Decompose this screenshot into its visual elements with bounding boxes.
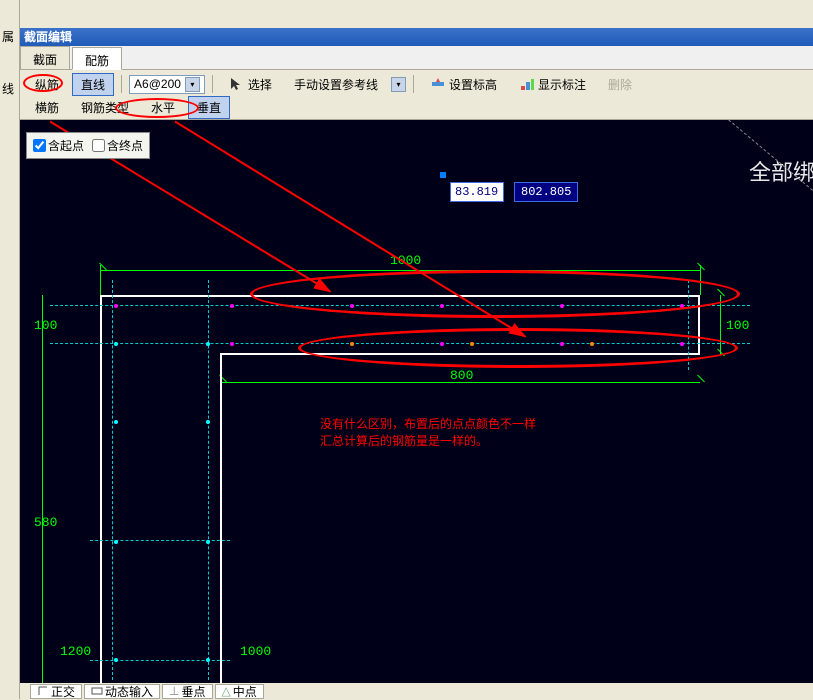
coord-x-input[interactable] <box>450 182 504 202</box>
rebar-dot <box>680 342 684 346</box>
shape <box>100 295 700 297</box>
rebar-dot <box>590 342 594 346</box>
shape <box>220 353 700 355</box>
coord-y-display: 802.805 <box>514 182 578 202</box>
dim-line-v <box>720 295 721 355</box>
rebar-dot <box>440 342 444 346</box>
dash-v <box>208 280 209 680</box>
rebar-dot <box>230 304 234 308</box>
rebar-dot <box>680 304 684 308</box>
dropdown-arrow-icon[interactable]: ▾ <box>391 77 406 92</box>
toolbar-row2: 横筋 钢筋类型 水平 垂直 <box>20 96 813 120</box>
status-dongtai[interactable]: 动态输入 <box>84 684 160 699</box>
dim-top: 1000 <box>390 253 421 268</box>
dim-right: 100 <box>726 318 749 333</box>
separator <box>121 75 122 93</box>
dim-line <box>100 270 700 271</box>
status-zhongdian[interactable]: △ 中点 <box>215 684 264 699</box>
tab-rebar[interactable]: 配筋 <box>72 47 122 70</box>
rebar-dot <box>114 540 118 544</box>
tab-section[interactable]: 截面 <box>20 46 70 69</box>
dash <box>50 305 750 306</box>
chk-qidian[interactable]: 含起点 <box>33 137 84 154</box>
dim-left: 100 <box>34 318 57 333</box>
btn-hengjin[interactable]: 横筋 <box>26 96 68 119</box>
rebar-dot <box>470 342 474 346</box>
btn-xuanze[interactable]: 选择 <box>220 73 281 96</box>
annotation-icon <box>519 76 535 92</box>
chk-zhongdian-input[interactable] <box>92 139 105 152</box>
rebar-dot <box>350 342 354 346</box>
rebar-dot <box>206 540 210 544</box>
left-tab-prop[interactable]: 属 <box>2 28 14 45</box>
dim-tick <box>716 352 724 360</box>
dim-580: 580 <box>34 515 57 530</box>
rebar-dot <box>560 342 564 346</box>
cursor-icon <box>229 76 245 92</box>
rebar-dot <box>230 342 234 346</box>
dim-tick <box>716 292 724 300</box>
dim-1200: 1200 <box>60 644 91 659</box>
btn-chuizhi[interactable]: 垂直 <box>188 96 230 119</box>
dropdown-arrow-icon[interactable]: ▾ <box>185 77 200 92</box>
dynamic-icon <box>91 685 103 697</box>
dim-ext <box>100 265 101 295</box>
annotation-ellipse <box>298 328 738 368</box>
dim-800: 800 <box>450 368 473 383</box>
leader-line <box>657 120 813 267</box>
btn-shuiping[interactable]: 水平 <box>142 96 184 119</box>
rebar-dot <box>114 342 118 346</box>
rebar-dot <box>114 658 118 662</box>
cursor-marker <box>440 172 446 178</box>
dim-tick <box>696 378 704 386</box>
dim-ext <box>700 265 701 295</box>
shape <box>220 353 222 683</box>
rebar-dot <box>206 342 210 346</box>
toolbar-row1: 纵筋 直线 A6@200 ▾ 选择 手动设置参考线 ▾ 设置标高 显示标注 删除 <box>20 72 813 96</box>
rebar-dot <box>206 420 210 424</box>
ortho-icon <box>37 685 49 697</box>
rebar-dot <box>114 420 118 424</box>
shape <box>698 295 700 355</box>
status-chuidian[interactable]: ⊥ 垂点 <box>162 684 212 699</box>
rebar-dot <box>114 304 118 308</box>
status-bar: 正交 动态输入 ⊥ 垂点 △ 中点 <box>20 683 813 699</box>
chk-qidian-input[interactable] <box>33 139 46 152</box>
btn-shezhi[interactable]: 设置标高 <box>421 73 506 96</box>
annotation-ellipse <box>250 270 740 318</box>
btn-zongjin[interactable]: 纵筋 <box>26 73 68 96</box>
rebar-dot <box>350 304 354 308</box>
btn-shanchu: 删除 <box>599 73 641 96</box>
rebar-dot <box>440 304 444 308</box>
dash-v <box>688 280 689 370</box>
dropdown-spec[interactable]: A6@200 ▾ <box>129 75 205 94</box>
elevation-icon <box>430 76 446 92</box>
btn-xianshi[interactable]: 显示标注 <box>510 73 595 96</box>
rebar-dot <box>560 304 564 308</box>
window-title: 截面编辑 <box>20 28 813 46</box>
annotation-text: 没有什么区别，布置后的点点颜色不一样 汇总计算后的钢筋量是一样的。 <box>320 416 536 450</box>
tab-strip: 截面 配筋 <box>20 46 813 70</box>
status-zhengjiao[interactable]: 正交 <box>30 684 82 699</box>
btn-shoudong[interactable]: 手动设置参考线 <box>285 73 387 96</box>
separator <box>212 75 213 93</box>
separator <box>413 75 414 93</box>
checkbox-panel: 含起点 含终点 <box>26 132 150 159</box>
rebar-dot <box>206 658 210 662</box>
chk-zhongdian[interactable]: 含终点 <box>92 137 143 154</box>
drawing-canvas[interactable]: 含起点 含终点 802.805 全部绑 1000 100 100 580 800… <box>20 120 813 683</box>
dash <box>50 343 750 344</box>
shape <box>100 295 102 683</box>
btn-gangjinleixing[interactable]: 钢筋类型 <box>72 96 138 119</box>
btn-zhixian[interactable]: 直线 <box>72 73 114 96</box>
dash-v <box>112 280 113 680</box>
left-tab-line[interactable]: 线 <box>2 80 14 97</box>
dim-1000b: 1000 <box>240 644 271 659</box>
